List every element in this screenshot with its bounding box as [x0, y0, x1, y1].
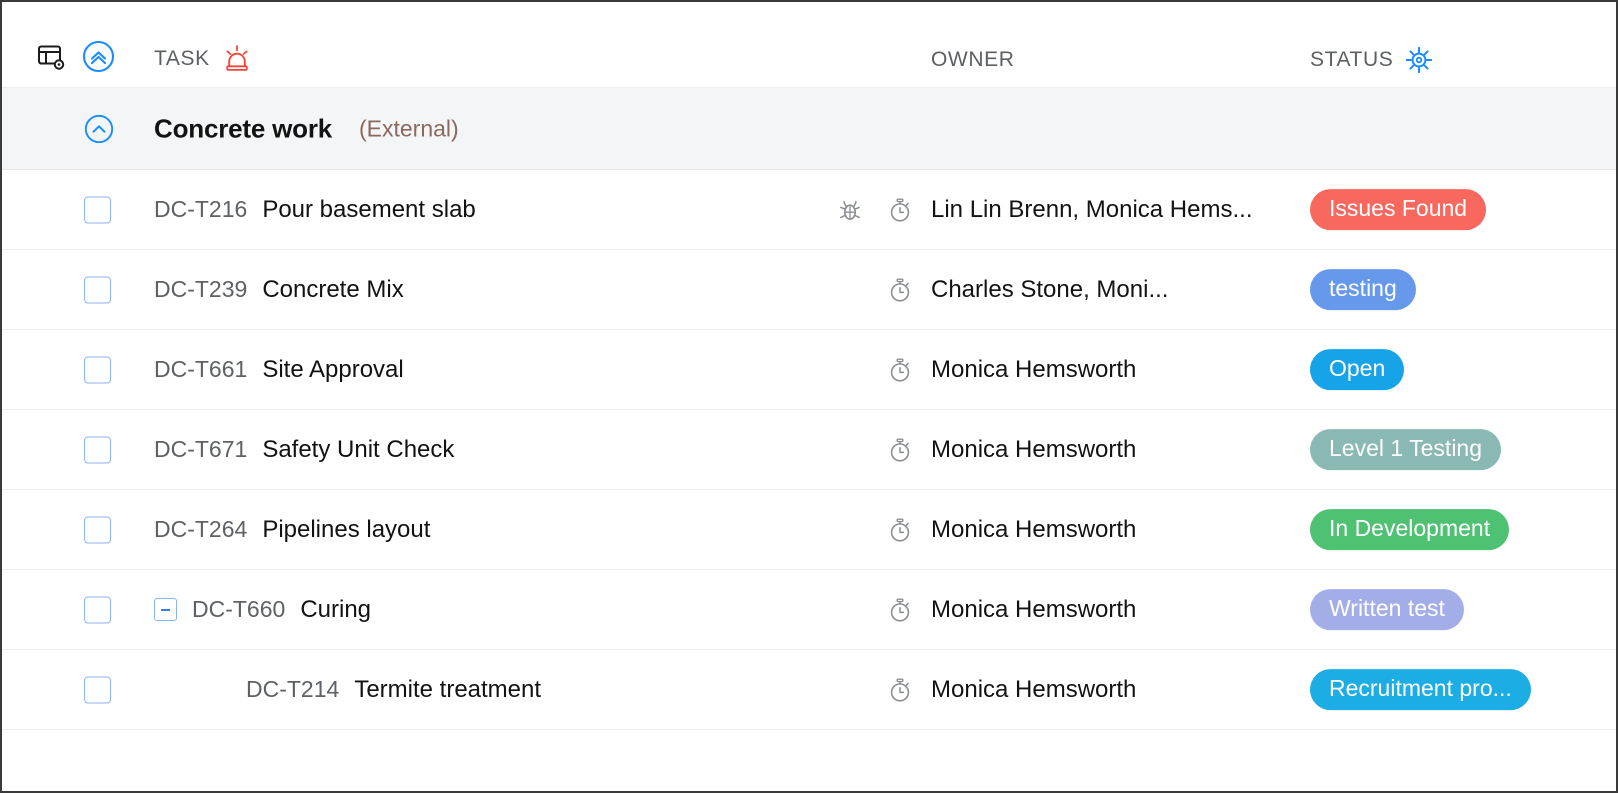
- task-cell: DC-T264 Pipelines layout: [154, 516, 430, 544]
- table-row[interactable]: DC-T216 Pour basement slab Lin Lin Brenn, …: [2, 170, 1616, 250]
- task-table-window: TASK OWNER STATUS: [0, 0, 1618, 793]
- bug-icon[interactable]: [836, 196, 864, 224]
- row-checkbox[interactable]: [84, 196, 111, 223]
- task-id: DC-T661: [154, 356, 247, 383]
- owner-cell[interactable]: Lin Lin Brenn, Monica Hems...: [931, 196, 1252, 224]
- task-id: DC-T239: [154, 276, 247, 303]
- timer-icon[interactable]: [886, 676, 914, 704]
- header-left-icon-group: [36, 40, 115, 73]
- row-icon-group: [810, 353, 914, 387]
- empty-row-placeholder: [2, 730, 1616, 764]
- gear-icon[interactable]: [1406, 47, 1432, 73]
- column-header-task-label: TASK: [154, 47, 210, 71]
- task-name: Pipelines layout: [262, 516, 430, 544]
- table-row[interactable]: DC-T264 Pipelines layout Monica Hemsworth I…: [2, 490, 1616, 570]
- row-icon-group: [810, 273, 914, 307]
- status-cell[interactable]: Issues Found: [1310, 189, 1486, 231]
- table-row[interactable]: DC-T671 Safety Unit Check Monica Hemsworth…: [2, 410, 1616, 490]
- timer-icon[interactable]: [886, 356, 914, 384]
- task-id: DC-T214: [246, 676, 339, 703]
- owner-cell[interactable]: Charles Stone, Moni...: [931, 276, 1168, 304]
- timer-icon[interactable]: [886, 596, 914, 624]
- table-row[interactable]: DC-T214 Termite treatment Monica Hemsworth…: [2, 650, 1616, 730]
- row-checkbox[interactable]: [84, 516, 111, 543]
- owner-cell[interactable]: Monica Hemsworth: [931, 596, 1136, 624]
- row-checkbox[interactable]: [84, 436, 111, 463]
- table-row[interactable]: DC-T239 Concrete Mix Charles Stone, Moni..…: [2, 250, 1616, 330]
- subtask-collapse-toggle-icon[interactable]: [154, 598, 177, 621]
- group-title: Concrete work: [154, 113, 332, 144]
- column-header-owner[interactable]: OWNER: [931, 48, 1015, 72]
- timer-icon[interactable]: [886, 276, 914, 304]
- status-badge[interactable]: Issues Found: [1310, 189, 1486, 231]
- row-icon-group: [810, 433, 914, 467]
- task-cell: DC-T661 Site Approval: [154, 356, 404, 384]
- task-id: DC-T660: [192, 596, 285, 623]
- table-settings-icon[interactable]: [36, 42, 66, 72]
- group-collapse-chevron-up-icon[interactable]: [84, 114, 114, 144]
- owner-cell[interactable]: Monica Hemsworth: [931, 356, 1136, 384]
- circle-chevron-up-icon[interactable]: [82, 40, 115, 73]
- task-name: Pour basement slab: [262, 196, 475, 224]
- status-cell[interactable]: In Development: [1310, 509, 1509, 551]
- status-badge[interactable]: Open: [1310, 349, 1404, 391]
- status-cell[interactable]: Written test: [1310, 589, 1464, 631]
- table-row[interactable]: DC-T661 Site Approval Monica Hemsworth Open: [2, 330, 1616, 410]
- task-cell: DC-T239 Concrete Mix: [154, 276, 404, 304]
- column-header-status[interactable]: STATUS: [1310, 47, 1432, 73]
- task-cell: DC-T216 Pour basement slab: [154, 196, 476, 224]
- owner-cell[interactable]: Monica Hemsworth: [931, 436, 1136, 464]
- table-row[interactable]: DC-T660 Curing Monica Hemsworth Written tes…: [2, 570, 1616, 650]
- row-checkbox[interactable]: [84, 676, 111, 703]
- task-cell: DC-T660 Curing: [154, 596, 371, 624]
- task-name: Concrete Mix: [262, 276, 403, 304]
- status-badge[interactable]: Recruitment pro...: [1310, 669, 1531, 711]
- status-badge[interactable]: testing: [1310, 269, 1416, 311]
- table-header-row: TASK OWNER STATUS: [2, 2, 1616, 88]
- task-name: Safety Unit Check: [262, 436, 454, 464]
- siren-icon[interactable]: [224, 45, 250, 73]
- column-header-task[interactable]: TASK: [154, 45, 250, 73]
- task-id: DC-T671: [154, 436, 247, 463]
- owner-cell[interactable]: Monica Hemsworth: [931, 516, 1136, 544]
- status-cell[interactable]: Open: [1310, 349, 1404, 391]
- task-id: DC-T264: [154, 516, 247, 543]
- row-checkbox[interactable]: [84, 356, 111, 383]
- row-checkbox[interactable]: [84, 276, 111, 303]
- group-row-concrete-work[interactable]: Concrete work (External): [2, 88, 1616, 170]
- task-rows-container: DC-T216 Pour basement slab Lin Lin Brenn, …: [2, 170, 1616, 730]
- owner-cell[interactable]: Monica Hemsworth: [931, 676, 1136, 704]
- task-cell: DC-T214 Termite treatment: [246, 676, 541, 704]
- status-cell[interactable]: testing: [1310, 269, 1416, 311]
- row-icon-group: [810, 513, 914, 547]
- column-header-owner-label: OWNER: [931, 48, 1015, 71]
- status-badge[interactable]: Level 1 Testing: [1310, 429, 1501, 471]
- status-badge[interactable]: In Development: [1310, 509, 1509, 551]
- status-badge[interactable]: Written test: [1310, 589, 1464, 631]
- row-checkbox[interactable]: [84, 596, 111, 623]
- row-icon-group: [810, 193, 914, 227]
- timer-icon[interactable]: [886, 196, 914, 224]
- timer-icon[interactable]: [886, 516, 914, 544]
- group-tag: (External): [359, 115, 459, 142]
- task-name: Curing: [300, 596, 371, 624]
- row-icon-group: [810, 593, 914, 627]
- task-id: DC-T216: [154, 196, 247, 223]
- task-name: Termite treatment: [354, 676, 541, 704]
- task-cell: DC-T671 Safety Unit Check: [154, 436, 454, 464]
- status-cell[interactable]: Recruitment pro...: [1310, 669, 1531, 711]
- status-cell[interactable]: Level 1 Testing: [1310, 429, 1501, 471]
- task-name: Site Approval: [262, 356, 403, 384]
- column-header-status-label: STATUS: [1310, 48, 1393, 72]
- row-icon-group: [810, 673, 914, 707]
- timer-icon[interactable]: [886, 436, 914, 464]
